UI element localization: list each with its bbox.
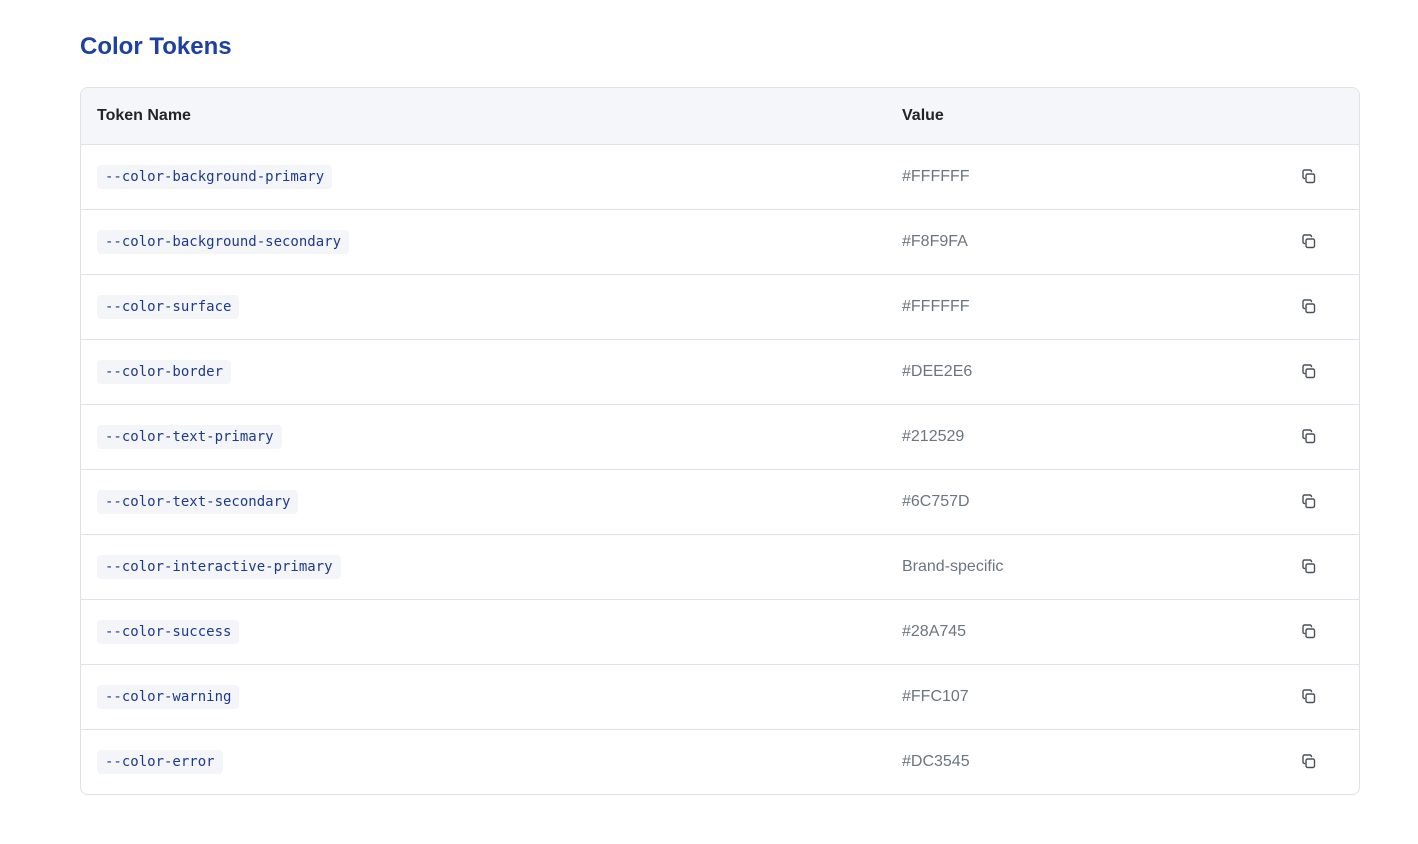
token-name: --color-text-secondary [97,490,299,514]
table-row: --color-background-primary #FFFFFF [81,145,1359,210]
copy-icon [1302,429,1316,444]
column-header-token-name: Token Name [97,107,191,124]
table-row: --color-text-secondary #6C757D [81,470,1359,535]
token-name: --color-text-primary [97,425,282,449]
copy-icon [1302,299,1316,314]
copy-button[interactable] [1299,492,1319,512]
table-row: --color-interactive-primary Brand-specif… [81,535,1359,600]
token-name: --color-border [97,360,232,384]
token-name: --color-error [97,750,223,774]
table-header: Token Name Value [81,88,1359,145]
token-value: #FFFFFF [902,298,970,315]
column-header-value: Value [902,107,944,124]
token-value: #FFC107 [902,688,969,705]
token-value: #FFFFFF [902,168,970,185]
token-value: #DEE2E6 [902,363,973,380]
color-tokens-page: Color Tokens Token Name Value --color-ba… [0,0,1418,844]
copy-icon [1302,689,1316,704]
table-row: --color-success #28A745 [81,600,1359,665]
token-value: #6C757D [902,493,970,510]
token-name: --color-background-secondary [97,230,350,254]
token-value: #28A745 [902,623,967,640]
token-value: Brand-specific [902,558,1004,575]
copy-icon [1302,494,1316,509]
copy-icon [1302,234,1316,249]
token-name: --color-background-primary [97,165,333,189]
copy-button[interactable] [1299,362,1319,382]
token-name: --color-warning [97,685,240,709]
copy-button[interactable] [1299,297,1319,317]
table-body: --color-background-primary #FFFFFF --col… [81,145,1359,794]
token-name: --color-surface [97,295,240,319]
copy-icon [1302,364,1316,379]
table-row: --color-text-primary #212529 [81,405,1359,470]
token-name: --color-interactive-primary [97,555,341,579]
token-value: #DC3545 [902,753,970,770]
table-row: --color-error #DC3545 [81,730,1359,794]
copy-icon [1302,169,1316,184]
copy-icon [1302,559,1316,574]
token-name: --color-success [97,620,240,644]
copy-button[interactable] [1299,622,1319,642]
copy-button[interactable] [1299,232,1319,252]
copy-button[interactable] [1299,687,1319,707]
copy-button[interactable] [1299,557,1319,577]
copy-icon [1302,624,1316,639]
table-row: --color-border #DEE2E6 [81,340,1359,405]
page-title: Color Tokens [80,33,232,60]
copy-button[interactable] [1299,752,1319,772]
table-row: --color-surface #FFFFFF [81,275,1359,340]
copy-button[interactable] [1299,167,1319,187]
token-value: #212529 [902,428,965,445]
token-value: #F8F9FA [902,233,968,250]
table-row: --color-background-secondary #F8F9FA [81,210,1359,275]
color-tokens-table: Token Name Value --color-background-prim… [80,87,1360,795]
copy-icon [1302,754,1316,769]
copy-button[interactable] [1299,427,1319,447]
table-row: --color-warning #FFC107 [81,665,1359,730]
